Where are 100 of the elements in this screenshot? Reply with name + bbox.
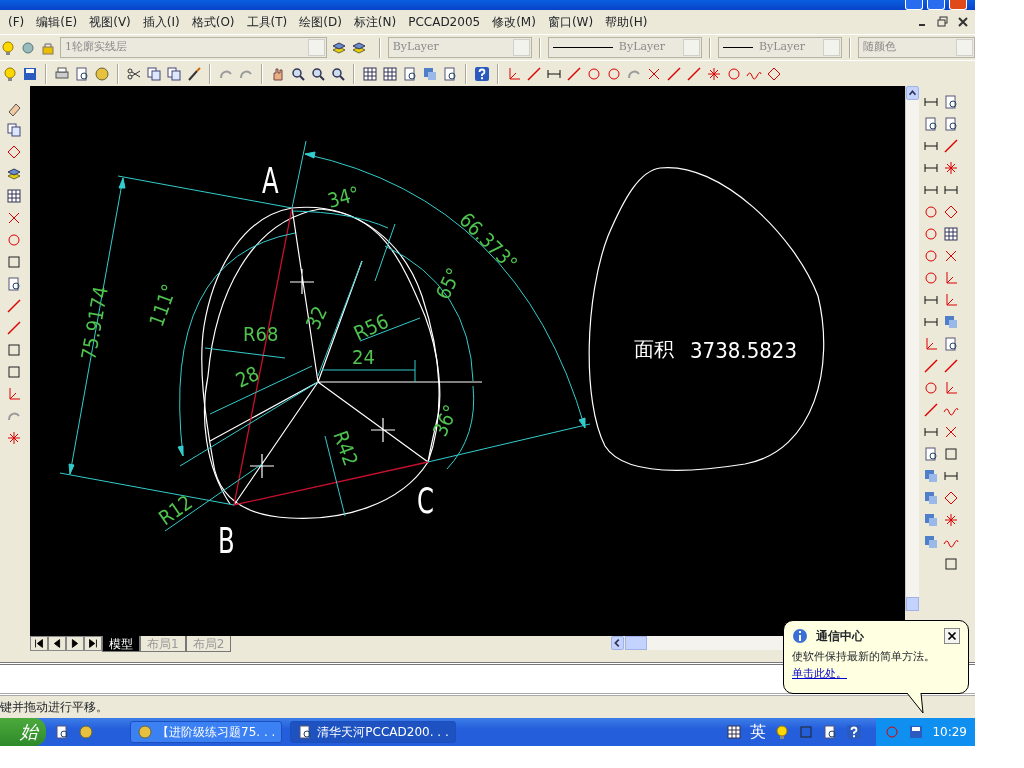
copy-icon[interactable] [6, 122, 22, 138]
menu-item[interactable]: (F) [2, 11, 31, 33]
line-icon[interactable] [923, 358, 939, 374]
menu-item[interactable]: 标注(N) [347, 11, 403, 33]
print-icon[interactable] [54, 65, 70, 82]
previous-tab-button[interactable] [48, 636, 66, 651]
leader-icon[interactable] [923, 402, 939, 418]
axes-icon[interactable] [943, 292, 959, 308]
scroll-up-button[interactable] [906, 86, 919, 100]
next-tab-button[interactable] [66, 636, 84, 651]
line-icon[interactable] [566, 65, 582, 82]
minimize-button[interactable] [905, 0, 923, 10]
circle-icon[interactable] [923, 226, 939, 242]
first-tab-button[interactable] [30, 636, 48, 651]
pan-icon[interactable] [270, 65, 286, 82]
lightbulb-icon[interactable] [0, 39, 16, 56]
asterisk-icon[interactable] [6, 430, 22, 446]
document-icon[interactable] [923, 446, 939, 462]
diamond-icon[interactable] [766, 65, 782, 82]
input-mode[interactable]: 英 [750, 720, 767, 744]
grid-icon[interactable] [382, 65, 398, 82]
menu-item[interactable]: 工具(T) [240, 11, 294, 33]
corner-icon[interactable] [943, 270, 959, 286]
copy-icon[interactable] [146, 65, 162, 82]
menu-item[interactable]: 插入(I) [136, 11, 186, 33]
taskbar-button[interactable]: 【进阶级练习题75. . . [130, 721, 283, 743]
line-icon[interactable] [526, 65, 542, 82]
taskbar-button[interactable]: 清华天河PCCAD200. . . [290, 721, 456, 743]
layout-tab[interactable]: 模型 [102, 636, 140, 652]
start-button[interactable]: 始 [0, 718, 46, 746]
save-icon[interactable] [22, 65, 38, 82]
line-icon[interactable] [686, 65, 702, 82]
circle-icon[interactable] [923, 204, 939, 220]
grid-icon[interactable] [943, 226, 959, 242]
circle-icon[interactable] [923, 248, 939, 264]
line-icon[interactable] [666, 65, 682, 82]
menu-item[interactable]: 帮助(H) [599, 11, 654, 33]
axes-icon[interactable] [923, 336, 939, 352]
menu-item[interactable]: 格式(O) [185, 11, 241, 33]
circle-icon[interactable] [606, 65, 622, 82]
scrollbar-thumb[interactable] [906, 597, 919, 611]
line-icon[interactable] [6, 298, 22, 314]
layers-icon[interactable] [943, 314, 959, 330]
leader-icon[interactable] [943, 138, 959, 154]
dimension-text: R56 [349, 308, 393, 346]
square-icon[interactable] [6, 364, 22, 380]
brush-icon[interactable] [186, 65, 202, 82]
help-icon[interactable] [474, 65, 490, 82]
circle-icon[interactable] [726, 65, 742, 82]
last-tab-button[interactable] [84, 636, 102, 651]
layers-icon[interactable] [923, 468, 939, 484]
menu-item[interactable]: 绘图(D) [293, 11, 348, 33]
cross-icon[interactable] [943, 424, 959, 440]
square-icon[interactable] [6, 342, 22, 358]
document-icon[interactable] [923, 116, 939, 132]
zoom-icon[interactable] [310, 65, 326, 82]
grid-icon[interactable] [6, 188, 22, 204]
maximize-button[interactable] [927, 0, 945, 10]
axes-icon[interactable] [943, 380, 959, 396]
diamond-icon[interactable] [943, 204, 959, 220]
menu-item[interactable]: 窗口(W) [541, 11, 600, 33]
close-icon[interactable] [944, 628, 960, 644]
notification-link[interactable]: 单击此处。 [792, 665, 847, 682]
document-icon[interactable] [943, 94, 959, 110]
layers-icon[interactable] [923, 490, 939, 506]
layers-icon[interactable] [923, 534, 939, 550]
menu-item[interactable]: 修改(M) [486, 11, 542, 33]
restore-icon[interactable] [935, 14, 951, 30]
diamond-icon[interactable] [943, 490, 959, 506]
scrollbar-thumb[interactable] [625, 636, 648, 650]
circle-icon[interactable] [923, 380, 939, 396]
document-icon[interactable] [442, 65, 458, 82]
scroll-left-button[interactable] [611, 636, 625, 650]
close-button[interactable] [949, 0, 967, 10]
square-icon[interactable] [943, 556, 959, 572]
axes-icon[interactable] [506, 65, 522, 82]
menu-item[interactable]: 视图(V) [83, 11, 137, 33]
preview-icon[interactable] [74, 65, 90, 82]
zoom-icon[interactable] [330, 65, 346, 82]
vertical-scrollbar[interactable] [905, 86, 919, 611]
menu-item[interactable]: PCCAD2005 [402, 11, 487, 33]
leader-icon[interactable] [943, 358, 959, 374]
paste-icon[interactable] [166, 65, 182, 82]
document-icon[interactable] [943, 116, 959, 132]
cut-icon[interactable] [126, 65, 142, 82]
asterisk-icon[interactable] [706, 65, 722, 82]
zoom-icon[interactable] [290, 65, 306, 82]
line-icon[interactable] [6, 320, 22, 336]
lightbulb-icon[interactable] [2, 65, 18, 82]
cross-icon[interactable] [943, 248, 959, 264]
menu-item[interactable]: 编辑(E) [30, 11, 84, 33]
document-icon[interactable] [402, 65, 418, 82]
layers-icon[interactable] [923, 512, 939, 528]
document-icon[interactable] [822, 724, 839, 740]
document-icon[interactable] [943, 336, 959, 352]
circle-icon[interactable] [923, 270, 939, 286]
corner-icon[interactable] [6, 386, 22, 402]
circle-icon[interactable] [586, 65, 602, 82]
help-icon[interactable] [846, 724, 863, 740]
grid-icon[interactable] [362, 65, 378, 82]
